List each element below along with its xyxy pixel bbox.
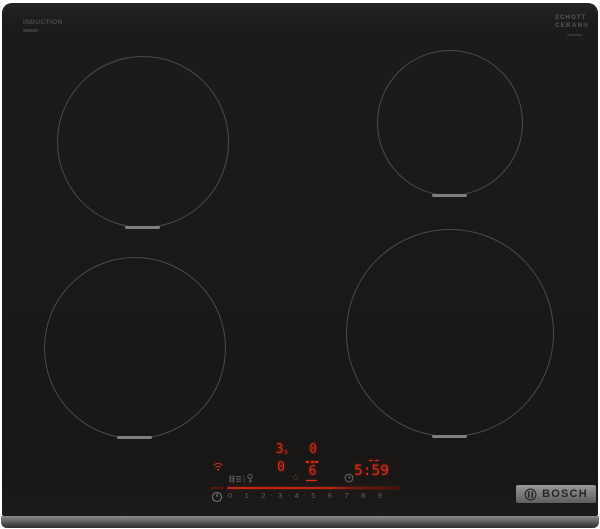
slider-separator: ·: [253, 491, 257, 499]
power-suffix-back-left: s: [284, 448, 289, 456]
slider-separator: ·: [370, 491, 373, 499]
zone-selected-underline: [306, 479, 317, 482]
slider-digit[interactable]: 3: [278, 491, 282, 500]
slider-digit[interactable]: 4: [295, 491, 299, 500]
wifi-icon: [213, 462, 223, 471]
slider-separator: ·: [353, 491, 357, 499]
slider-digit[interactable]: 6: [328, 491, 332, 500]
slider-digit[interactable]: 5: [311, 491, 315, 500]
power-display-front-left[interactable]: 0: [273, 461, 289, 474]
power-value-front-right: 6: [308, 464, 317, 479]
slider-separator: ·: [303, 491, 307, 499]
slider-separator: ·: [237, 491, 240, 499]
cooking-zone-back-left: [57, 56, 229, 228]
power-slider[interactable]: 0 · 1 · 2 · 3 · 4 · 5 · 6 · 7 · 8 · 9: [228, 491, 382, 500]
schott-logo-line1: SCHOTT: [555, 15, 587, 21]
power-value-back-right: 0: [309, 442, 317, 457]
bosch-logo-text: BOSCH: [542, 487, 588, 500]
timer-display[interactable]: 5:59: [354, 464, 389, 479]
zone-marker-front-left: [117, 436, 152, 439]
zone-marker-front-right: [432, 435, 467, 438]
power-icon[interactable]: [211, 491, 223, 503]
slider-digit[interactable]: 0: [228, 491, 232, 500]
front-metal-trim: [1, 516, 599, 528]
induction-label: INDUCTION: [23, 19, 63, 26]
slider-separator: ·: [287, 491, 290, 499]
pause-and-childlock-icons[interactable]: [229, 473, 256, 485]
bosch-badge: BOSCH: [516, 485, 596, 503]
power-display-back-left[interactable]: 3s: [272, 443, 292, 456]
power-display-front-right[interactable]: 6: [304, 465, 321, 478]
bosch-symbol-icon: [524, 487, 537, 501]
schott-ceran-logo: SCHOTT CERAN®: [555, 15, 589, 29]
slider-level-line-stub: [211, 487, 224, 490]
cooktop-product-photo: INDUCTION SCHOTT CERAN® 3s 0 0 6 ☆ 5:59 …: [0, 0, 600, 529]
slider-digit[interactable]: 1: [245, 491, 249, 500]
cooking-zone-back-right: [377, 50, 523, 196]
slider-digit[interactable]: 2: [261, 491, 265, 500]
slider-separator: ·: [337, 491, 340, 499]
slider-separator: ·: [320, 491, 323, 499]
slider-separator: ·: [270, 491, 273, 499]
slider-digit[interactable]: 9: [378, 491, 382, 500]
power-display-back-right[interactable]: 0: [305, 443, 321, 456]
schott-logo-line2: CERAN®: [555, 23, 590, 29]
cooking-zone-front-right: [346, 229, 554, 437]
star-icon: ☆: [291, 473, 300, 484]
timer-active-indicator: [369, 459, 379, 462]
zone-selected-indicator: [306, 461, 318, 463]
schott-tagline-text: [567, 34, 582, 36]
slider-digit[interactable]: 8: [361, 491, 365, 500]
clock-icon[interactable]: [344, 473, 354, 483]
model-number-text: [23, 29, 38, 32]
slider-digit[interactable]: 7: [344, 491, 348, 500]
power-value-front-left: 0: [277, 460, 285, 475]
zone-marker-back-left: [125, 226, 160, 229]
zone-marker-back-right: [432, 194, 467, 197]
power-value-back-left: 3: [275, 442, 284, 457]
cooking-zone-front-left: [44, 257, 226, 439]
